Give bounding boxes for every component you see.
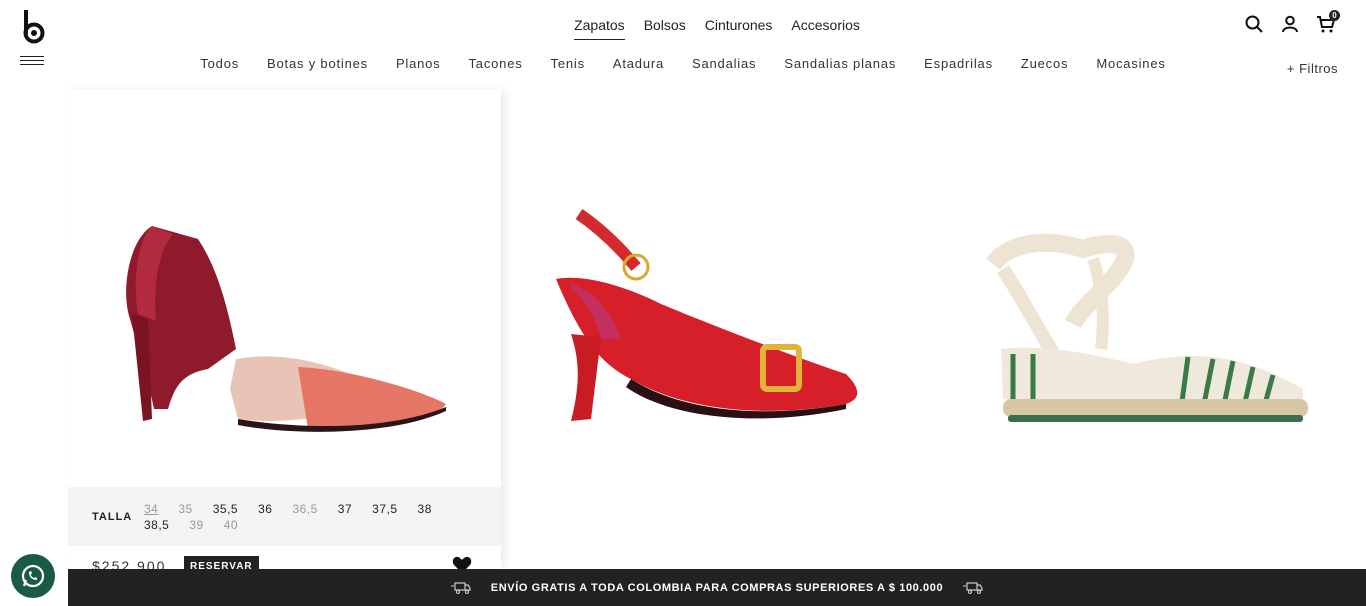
size-option[interactable]: 38 [418, 502, 432, 516]
category-tacones[interactable]: Tacones [469, 56, 523, 71]
size-option[interactable]: 37 [338, 502, 352, 516]
search-icon[interactable] [1244, 14, 1264, 34]
size-option[interactable]: 35 [178, 502, 192, 516]
category-sandalias[interactable]: Sandalias [692, 56, 756, 71]
category-tenis[interactable]: Tenis [551, 56, 585, 71]
category-planos[interactable]: Planos [396, 56, 441, 71]
cart-count-badge: 0 [1329, 10, 1340, 21]
nav-bolsos[interactable]: Bolsos [644, 17, 686, 40]
product-image[interactable] [68, 89, 501, 487]
size-option[interactable]: 36 [258, 502, 272, 516]
size-label: TALLA [92, 510, 133, 523]
size-options: 34 35 35,5 36 36,5 37 37,5 38 38,5 39 40 [144, 502, 464, 532]
size-option[interactable]: 36,5 [292, 502, 317, 516]
category-sandalias-planas[interactable]: Sandalias planas [784, 56, 896, 71]
product-card[interactable] [501, 89, 933, 569]
category-mocasines[interactable]: Mocasines [1096, 56, 1165, 71]
filters-button[interactable]: + Filtros [1287, 61, 1338, 76]
category-nav: Todos Botas y botines Planos Tacones Tenis At… [0, 56, 1366, 71]
size-option[interactable]: 37,5 [372, 502, 397, 516]
category-zuecos[interactable]: Zuecos [1021, 56, 1068, 71]
nav-accesorios[interactable]: Accesorios [791, 17, 859, 40]
category-espadrilas[interactable]: Espadrilas [924, 56, 993, 71]
size-option[interactable]: 38,5 [144, 518, 169, 532]
size-selector: TALLA 34 35 35,5 36 36,5 37 37,5 38 38,5 39 40 [68, 487, 501, 546]
size-option[interactable]: 40 [224, 518, 238, 532]
promo-banner: ENVÍO GRATIS A TODA COLOMBIA PARA COMPRA… [68, 569, 1366, 606]
product-image[interactable] [933, 89, 1366, 569]
product-card[interactable] [933, 89, 1366, 569]
category-botas-y-botines[interactable]: Botas y botines [267, 56, 368, 71]
size-option[interactable]: 35,5 [213, 502, 238, 516]
size-option[interactable]: 34 [144, 502, 158, 516]
truck-icon [450, 581, 471, 594]
banner-text: ENVÍO GRATIS A TODA COLOMBIA PARA COMPRA… [490, 581, 944, 594]
nav-zapatos[interactable]: Zapatos [574, 17, 625, 40]
nav-cinturones[interactable]: Cinturones [705, 17, 773, 40]
product-card[interactable]: TALLA 34 35 35,5 36 36,5 37 37,5 38 38,5 39 40 $25… [68, 89, 501, 580]
size-option[interactable]: 39 [189, 518, 203, 532]
category-atadura[interactable]: Atadura [613, 56, 664, 71]
product-image[interactable] [501, 89, 933, 569]
cart-icon[interactable]: 0 [1316, 10, 1340, 34]
main-nav: Zapatos Bolsos Cinturones Accesorios [0, 17, 1366, 40]
header-icons: 0 [1244, 10, 1340, 34]
user-icon[interactable] [1280, 14, 1300, 34]
truck-icon [963, 581, 983, 594]
whatsapp-icon[interactable] [11, 554, 55, 598]
product-grid: TALLA 34 35 35,5 36 36,5 37 37,5 38 38,5 39 40 $25… [68, 89, 1366, 580]
category-todos[interactable]: Todos [200, 56, 239, 71]
